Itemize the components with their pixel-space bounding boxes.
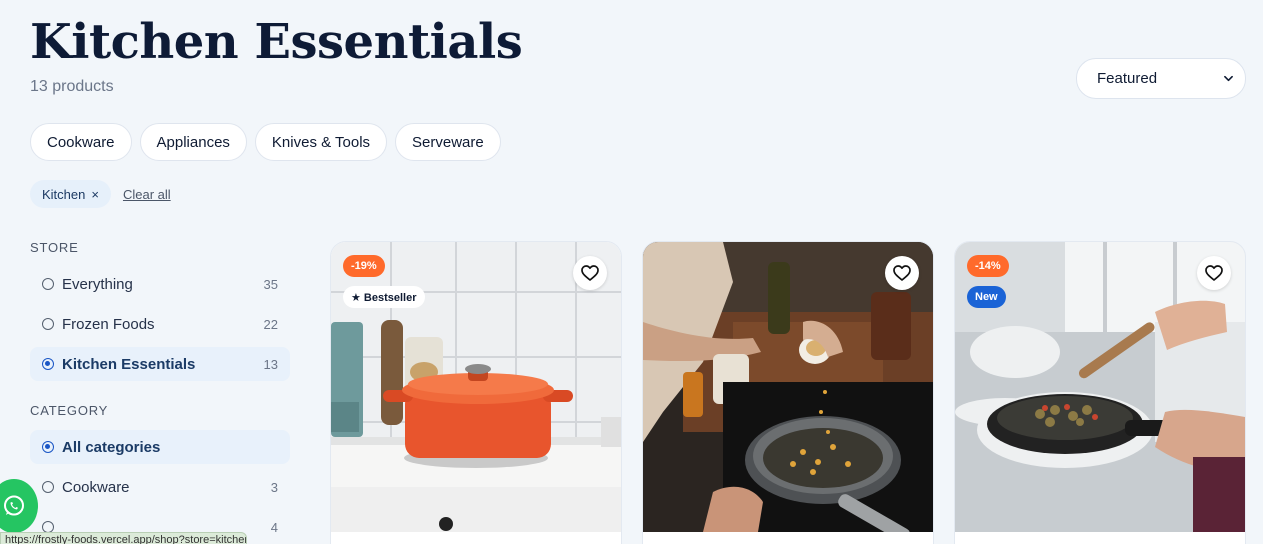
bestseller-badge: ★ Bestseller [343, 286, 425, 308]
category-section-title: CATEGORY [30, 403, 109, 418]
radio-icon [42, 318, 54, 330]
category-chips: Cookware Appliances Knives & Tools Serve… [30, 123, 501, 161]
radio-selected-icon [42, 441, 54, 453]
heart-icon [893, 265, 911, 281]
whatsapp-icon [4, 495, 24, 516]
product-count: 13 products [30, 78, 114, 95]
active-filters: Kitchen × Clear all [30, 180, 171, 208]
new-badge: New [967, 286, 1006, 308]
discount-badge: -14% [967, 255, 1009, 277]
option-count: 22 [263, 316, 278, 332]
option-count: 3 [270, 479, 278, 495]
chip-appliances[interactable]: Appliances [139, 123, 247, 161]
heart-icon [1205, 265, 1223, 281]
option-count: 35 [263, 276, 278, 292]
heart-icon [581, 265, 599, 281]
page-title: Kitchen Essentials [30, 14, 523, 70]
status-bar-url: https://frostly-foods.vercel.app/shop?st… [0, 532, 247, 544]
option-count: 13 [263, 356, 278, 372]
option-label: Cookware [62, 478, 130, 496]
chip-serveware[interactable]: Serveware [395, 123, 501, 161]
product-card[interactable] [642, 241, 934, 544]
favorite-button[interactable] [885, 256, 919, 290]
chip-knives-tools[interactable]: Knives & Tools [254, 123, 388, 161]
option-count: 4 [270, 519, 278, 535]
active-filter-pill: Kitchen × [30, 180, 111, 208]
category-option-cookware[interactable]: Cookware 3 [30, 470, 290, 504]
radio-icon [42, 481, 54, 493]
favorite-button[interactable] [1197, 256, 1231, 290]
option-label: Kitchen Essentials [62, 355, 196, 373]
remove-filter-icon[interactable]: × [91, 187, 99, 202]
radio-selected-icon [42, 358, 54, 370]
chevron-down-icon [1224, 75, 1233, 82]
store-option-everything[interactable]: Everything 35 [30, 267, 290, 301]
sort-select[interactable]: Featured [1076, 58, 1246, 99]
sort-selected-value: Featured [1097, 70, 1158, 87]
active-filter-label: Kitchen [42, 186, 86, 202]
product-card[interactable]: -14% New [954, 241, 1246, 544]
chip-cookware[interactable]: Cookware [30, 123, 132, 161]
breadcrumb-fragment [30, 0, 150, 2]
clear-all-link[interactable]: Clear all [123, 187, 171, 202]
radio-icon [42, 278, 54, 290]
option-label: All categories [62, 438, 161, 456]
filter-sidebar: STORE Everything 35 Frozen Foods 22 Kitc… [30, 240, 290, 544]
favorite-button[interactable] [573, 256, 607, 290]
option-label: Frozen Foods [62, 315, 155, 333]
store-section-title: STORE [30, 240, 79, 255]
store-option-frozen-foods[interactable]: Frozen Foods 22 [30, 307, 290, 341]
product-card[interactable]: -19% ★ Bestseller [330, 241, 622, 544]
category-option-all[interactable]: All categories [30, 430, 290, 464]
discount-badge: -19% [343, 255, 385, 277]
store-option-kitchen-essentials[interactable]: Kitchen Essentials 13 [30, 347, 290, 381]
option-label: Everything [62, 275, 133, 293]
